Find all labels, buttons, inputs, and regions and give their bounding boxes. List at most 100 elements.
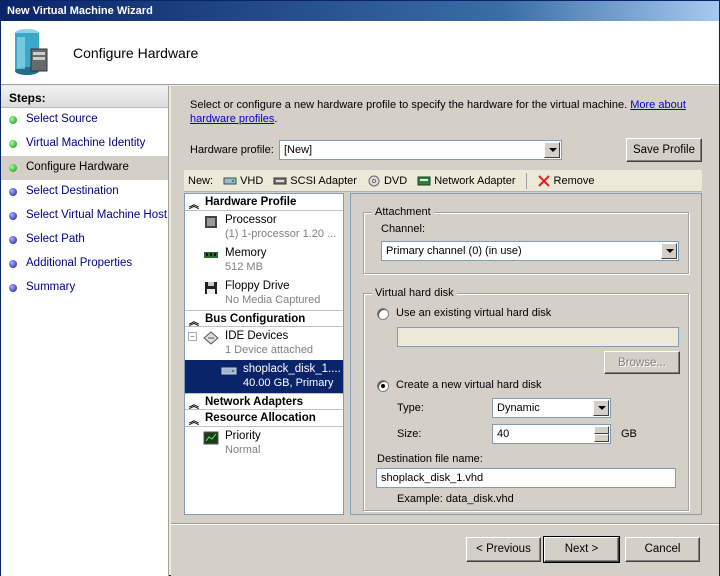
memory-icon xyxy=(204,252,218,258)
category-label: Bus Configuration xyxy=(205,313,306,325)
item-detail: 40.00 GB, Primary xyxy=(243,377,334,389)
hardware-profile-value: [New] xyxy=(284,144,313,156)
item-name: Memory xyxy=(225,247,267,259)
step-select-source[interactable]: Select Source xyxy=(1,108,168,132)
chevron-down-icon[interactable] xyxy=(593,400,609,416)
vhd-size-stepper[interactable]: 40 xyxy=(492,424,611,444)
previous-button[interactable]: < Previous xyxy=(466,537,541,562)
step-label: Summary xyxy=(26,281,76,293)
scsi-adapter-label: SCSI Adapter xyxy=(290,174,357,187)
browse-button[interactable]: Browse... xyxy=(604,351,680,374)
step-label: Select Virtual Machine Host xyxy=(26,209,168,221)
hardware-profile-label: Hardware profile: xyxy=(190,144,274,156)
tree-item-floppy[interactable]: Floppy Drive No Media Captured xyxy=(185,277,343,310)
step-select-path: Select Path xyxy=(1,228,168,252)
hardware-profile-select[interactable]: [New] xyxy=(279,140,562,160)
step-complete-icon xyxy=(9,140,17,148)
category-bus-configuration[interactable]: ︽ Bus Configuration xyxy=(185,310,343,328)
category-hardware-profile[interactable]: ︽ Hardware Profile xyxy=(185,194,343,211)
item-name: Floppy Drive xyxy=(225,280,290,292)
new-network-adapter-button[interactable]: Network Adapter xyxy=(417,175,516,187)
destination-example: Example: data_disk.vhd xyxy=(397,493,514,505)
channel-select[interactable]: Primary channel (0) (in use) xyxy=(381,241,679,261)
category-network-adapters[interactable]: ︽ Network Adapters xyxy=(185,393,343,411)
step-pending-icon xyxy=(9,212,17,220)
new-scsi-adapter-button[interactable]: SCSI Adapter xyxy=(273,175,357,187)
device-settings-pane: Attachment Channel: Primary channel (0) … xyxy=(350,193,702,515)
step-current-icon xyxy=(9,164,17,172)
tree-item-ide-devices[interactable]: − IDE Devices 1 Device attached xyxy=(185,327,343,360)
step-label: Select Source xyxy=(26,113,98,125)
intro-tail: . xyxy=(274,113,278,125)
dvd-icon xyxy=(368,175,380,186)
spin-down-icon[interactable] xyxy=(594,434,609,442)
existing-vhd-path-input[interactable] xyxy=(397,327,679,347)
vhd-size-value: 40 xyxy=(497,428,510,440)
spin-up-icon[interactable] xyxy=(594,426,609,434)
remove-button[interactable]: Remove xyxy=(537,174,595,187)
collapse-chevron-icon[interactable]: ︽ xyxy=(189,196,199,211)
steps-title: Steps: xyxy=(1,86,168,108)
chevron-down-icon[interactable] xyxy=(661,243,677,259)
category-resource-allocation[interactable]: ︽ Resource Allocation xyxy=(185,410,343,427)
tree-item-processor[interactable]: Processor (1) 1-processor 1.20 ... xyxy=(185,211,343,244)
use-existing-radio[interactable] xyxy=(377,308,389,320)
wizard-header: Configure Hardware xyxy=(1,21,719,85)
step-summary: Summary xyxy=(1,276,168,300)
step-label: Configure Hardware xyxy=(26,161,129,173)
chevron-down-icon[interactable] xyxy=(544,142,560,158)
item-name: Priority xyxy=(225,430,261,442)
attachment-legend: Attachment xyxy=(372,206,434,218)
attachment-group: Attachment Channel: Primary channel (0) … xyxy=(363,206,689,274)
collapse-chevron-icon[interactable]: ︽ xyxy=(189,313,199,328)
use-existing-label[interactable]: Use an existing virtual hard disk xyxy=(396,307,551,319)
cancel-button[interactable]: Cancel xyxy=(625,537,700,562)
step-label: Virtual Machine Identity xyxy=(26,137,146,149)
window-title: New Virtual Machine Wizard xyxy=(1,1,719,21)
item-detail: No Media Captured xyxy=(225,294,321,306)
collapse-chevron-icon[interactable]: ︽ xyxy=(189,412,199,427)
step-vm-identity[interactable]: Virtual Machine Identity xyxy=(1,132,168,156)
step-select-host: Select Virtual Machine Host xyxy=(1,204,168,228)
category-label: Network Adapters xyxy=(205,396,303,408)
content-pane: Select or configure a new hardware profi… xyxy=(171,86,719,576)
remove-x-icon xyxy=(537,174,550,187)
vhd-type-value: Dynamic xyxy=(497,402,540,414)
tree-item-priority[interactable]: Priority Normal xyxy=(185,427,343,460)
toolbar-separator xyxy=(525,172,527,189)
next-button[interactable]: Next > xyxy=(543,536,620,563)
collapse-chevron-icon[interactable]: ︽ xyxy=(189,396,199,411)
vhd-group: Virtual hard disk Use an existing virtua… xyxy=(363,287,689,511)
item-detail: (1) 1-processor 1.20 ... xyxy=(225,228,337,240)
page-title: Configure Hardware xyxy=(73,45,199,61)
scsi-adapter-icon xyxy=(273,177,287,184)
ide-devices-icon xyxy=(203,331,219,345)
step-pending-icon xyxy=(9,260,17,268)
tree-item-vhd-selected[interactable]: shoplack_disk_1.... 40.00 GB, Primary xyxy=(185,360,343,393)
vhd-type-select[interactable]: Dynamic xyxy=(492,398,611,418)
new-label: New: xyxy=(188,174,214,187)
new-vhd-button[interactable]: VHD xyxy=(223,175,263,187)
item-name: Processor xyxy=(225,214,277,226)
category-label: Hardware Profile xyxy=(205,196,297,208)
remove-label: Remove xyxy=(553,174,595,187)
channel-label: Channel: xyxy=(381,223,426,235)
step-complete-icon xyxy=(9,116,17,124)
item-detail: 512 MB xyxy=(225,261,263,273)
hardware-tree[interactable]: ︽ Hardware Profile Processor (1) 1-proces… xyxy=(184,193,344,515)
new-dvd-button[interactable]: DVD xyxy=(367,175,407,187)
save-profile-button[interactable]: Save Profile xyxy=(626,138,702,162)
intro-sentence: Select or configure a new hardware profi… xyxy=(190,99,631,111)
step-pending-icon xyxy=(9,188,17,196)
destination-file-input[interactable]: shoplack_disk_1.vhd xyxy=(376,468,676,488)
tree-collapse-icon[interactable]: − xyxy=(188,332,197,341)
channel-value: Primary channel (0) (in use) xyxy=(386,245,522,257)
tree-item-memory[interactable]: Memory 512 MB xyxy=(185,244,343,277)
vhd-icon xyxy=(221,367,237,375)
create-new-label[interactable]: Create a new virtual hard disk xyxy=(396,379,542,391)
footer-divider xyxy=(171,523,719,525)
processor-icon xyxy=(205,216,217,228)
create-new-radio[interactable] xyxy=(377,380,389,392)
step-configure-hardware[interactable]: Configure Hardware xyxy=(1,156,168,180)
size-spinner[interactable] xyxy=(594,426,609,442)
